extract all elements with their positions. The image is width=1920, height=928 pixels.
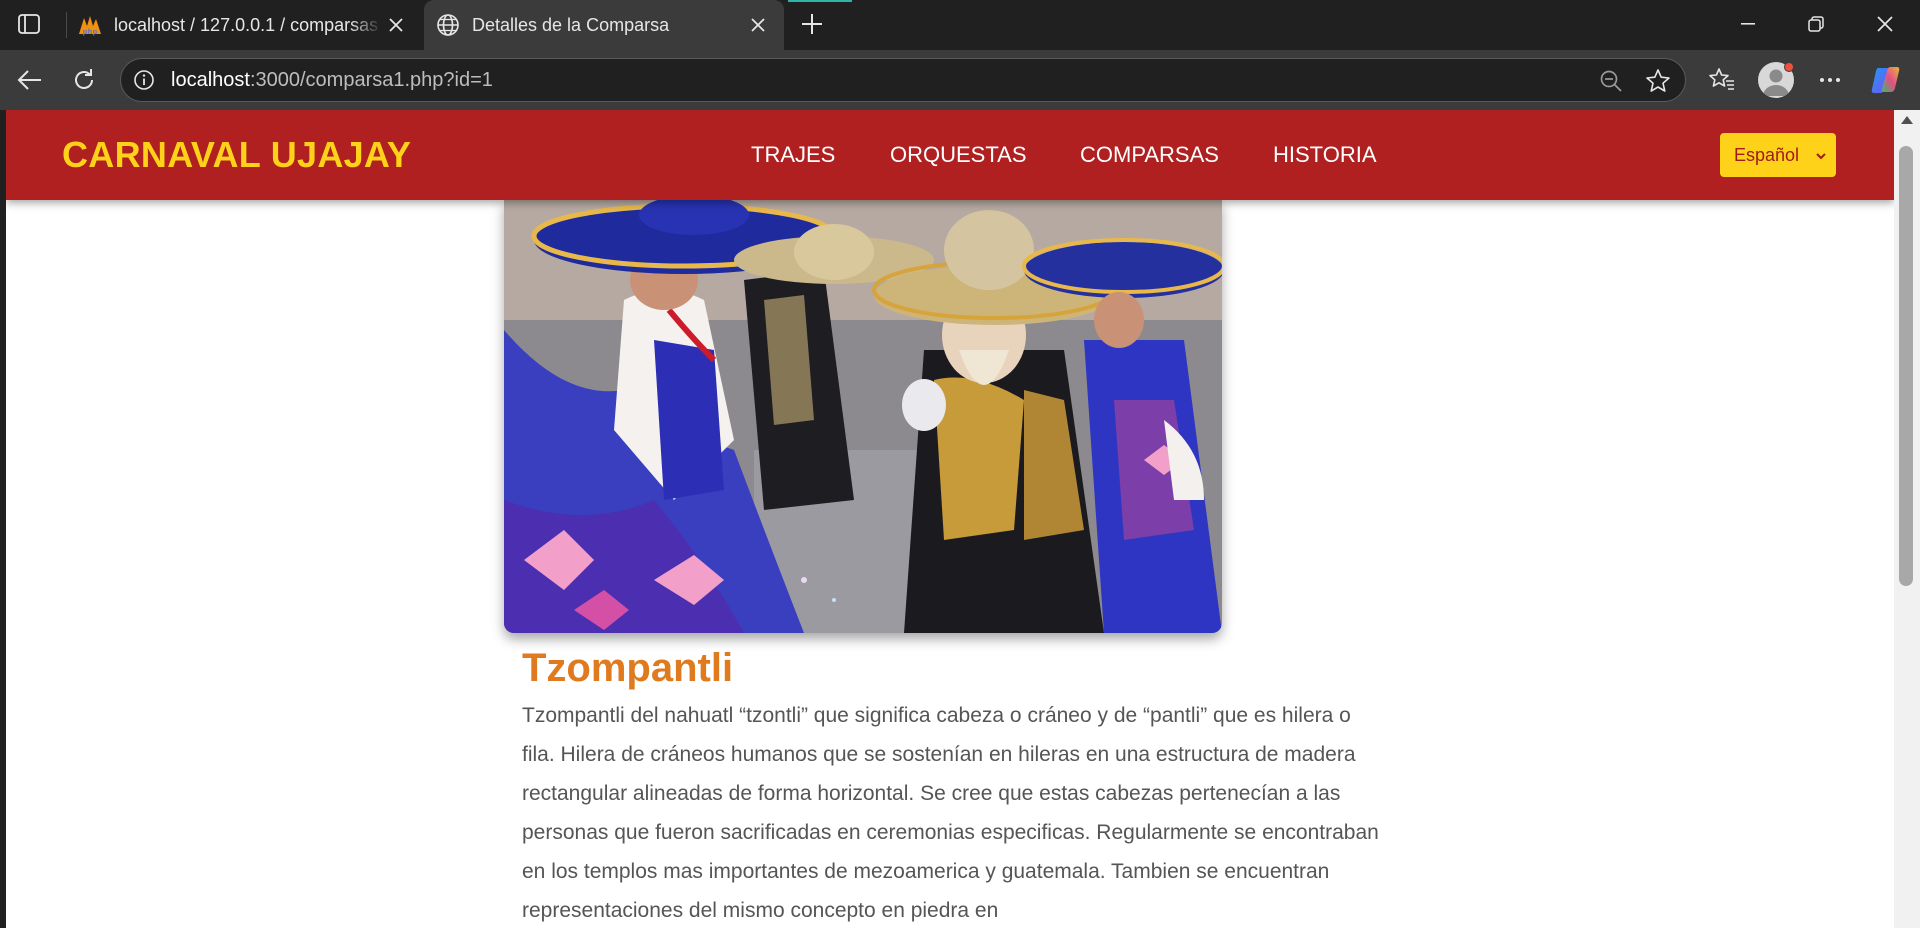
zoom-out-icon[interactable] <box>1599 69 1623 93</box>
tab-title: localhost / 127.0.0.1 / comparsas | phpM… <box>114 14 382 35</box>
url-text: localhost:3000/comparsa1.php?id=1 <box>171 59 493 101</box>
globe-icon <box>434 11 462 39</box>
new-tab-icon[interactable] <box>796 8 828 40</box>
nav-item-comparsas[interactable]: COMPARSAS <box>1080 110 1219 200</box>
address-bar[interactable]: localhost:3000/comparsa1.php?id=1 <box>120 58 1686 102</box>
refresh-icon[interactable] <box>64 60 104 100</box>
back-icon[interactable] <box>10 60 50 100</box>
info-icon[interactable] <box>133 69 155 91</box>
close-icon[interactable] <box>744 11 772 39</box>
tab-accent-line <box>788 0 852 2</box>
comparsa-title: Tzompantli <box>522 646 734 690</box>
page-scrollbar[interactable] <box>1894 110 1920 928</box>
language-select[interactable]: Español <box>1720 133 1836 177</box>
close-icon[interactable] <box>382 11 410 39</box>
scroll-thumb[interactable] <box>1899 146 1913 586</box>
favorites-icon[interactable] <box>1702 60 1742 100</box>
minimize-icon[interactable] <box>1713 0 1783 48</box>
site-header: CARNAVAL UJAJAY TRAJES ORQUESTAS COMPARS… <box>6 110 1894 200</box>
notification-dot <box>1784 62 1794 72</box>
scroll-up-arrow[interactable] <box>1901 116 1913 124</box>
tab-phpmyadmin[interactable]: php localhost / 127.0.0.1 / comparsas | … <box>66 0 422 50</box>
nav-item-orquestas[interactable]: ORQUESTAS <box>890 110 1027 200</box>
browser-toolbar: localhost:3000/comparsa1.php?id=1 <box>0 50 1920 110</box>
favorite-star-icon[interactable] <box>1645 68 1671 94</box>
comparsa-photo <box>504 200 1222 633</box>
comparsa-description: Tzompantli del nahuatl “tzontli” que sig… <box>522 704 1379 922</box>
browser-tab-bar: php localhost / 127.0.0.1 / comparsas | … <box>0 0 1920 50</box>
svg-text:php: php <box>82 28 97 36</box>
url-host: localhost <box>171 69 250 91</box>
tab-title: Detalles de la Comparsa <box>472 14 670 35</box>
window-close-icon[interactable] <box>1850 0 1920 48</box>
main-nav: TRAJES ORQUESTAS COMPARSAS HISTORIA <box>6 110 1894 200</box>
copilot-icon[interactable] <box>1866 60 1906 100</box>
tab-detalles-comparsa[interactable]: Detalles de la Comparsa <box>424 0 784 50</box>
restore-icon[interactable] <box>1781 0 1851 48</box>
url-path: :3000/comparsa1.php?id=1 <box>249 69 493 91</box>
language-selected: Español <box>1734 144 1800 165</box>
chevron-down-icon <box>1814 147 1828 161</box>
more-icon[interactable] <box>1810 60 1850 100</box>
nav-item-trajes[interactable]: TRAJES <box>751 110 835 200</box>
phpmyadmin-icon: php <box>76 11 104 39</box>
tab-actions-icon[interactable] <box>16 12 42 36</box>
page-viewport: CARNAVAL UJAJAY TRAJES ORQUESTAS COMPARS… <box>6 110 1894 928</box>
nav-item-historia[interactable]: HISTORIA <box>1273 110 1377 200</box>
